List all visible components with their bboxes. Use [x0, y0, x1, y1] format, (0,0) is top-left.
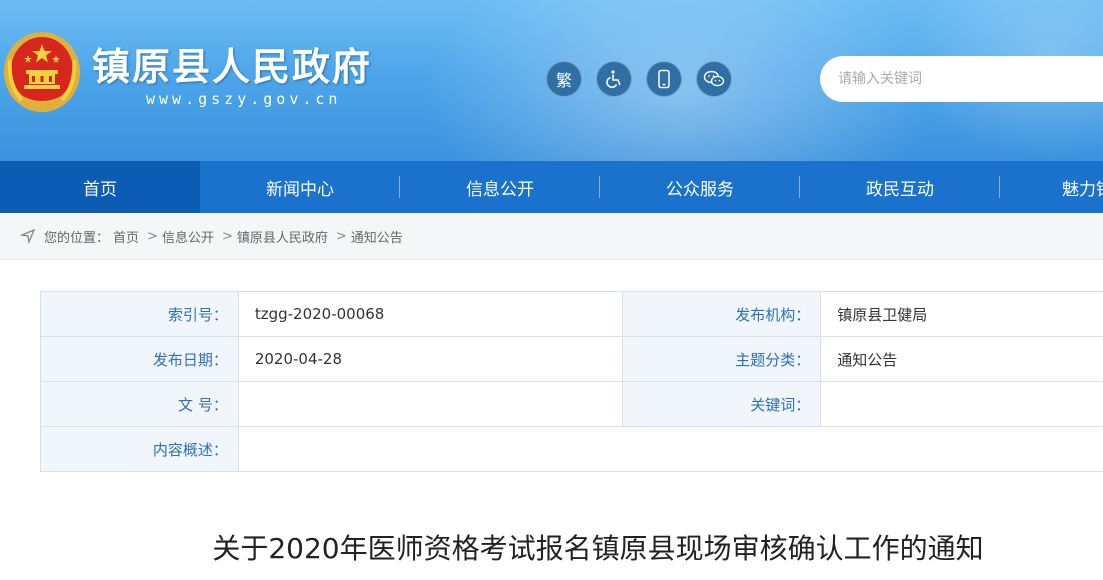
- breadcrumb-separator: >: [335, 228, 347, 244]
- breadcrumb-item-home[interactable]: 首页: [113, 227, 139, 246]
- index-label: 索引号：: [40, 291, 239, 337]
- table-row: 索引号： tzgg-2020-00068 发布机构： 镇原县卫健局: [40, 291, 1103, 337]
- nav-item-label: 政民互动: [866, 179, 934, 200]
- tool-icons: 繁: [546, 61, 732, 97]
- mobile-icon: [658, 69, 670, 89]
- mobile-button[interactable]: [646, 61, 682, 97]
- breadcrumb-item-info[interactable]: 信息公开: [162, 227, 214, 246]
- header-banner: 镇原县人民政府 www.gszy.gov.cn 繁: [0, 0, 1103, 161]
- nav-item-charm[interactable]: 魅力镇原: [1000, 161, 1103, 213]
- nav-item-label: 魅力镇原: [1062, 179, 1103, 200]
- breadcrumb-separator: >: [221, 228, 233, 244]
- national-emblem-icon: [4, 32, 80, 112]
- date-label: 发布日期：: [40, 336, 239, 382]
- keywords-value: [820, 381, 1103, 427]
- nav-item-public-service[interactable]: 公众服务: [600, 161, 800, 213]
- search-box: [820, 56, 1103, 102]
- summary-label: 内容概述：: [40, 426, 239, 472]
- site-url: www.gszy.gov.cn: [146, 90, 342, 108]
- keywords-label: 关键词：: [622, 381, 822, 427]
- nav-item-home[interactable]: 首页: [0, 161, 200, 213]
- nav-item-label: 公众服务: [666, 179, 734, 200]
- nav-item-label: 新闻中心: [266, 179, 334, 200]
- breadcrumb: 您的位置： 首页 > 信息公开 > 镇原县人民政府 > 通知公告: [0, 213, 1103, 260]
- search-input[interactable]: [838, 71, 1098, 87]
- wechat-button[interactable]: [696, 61, 732, 97]
- breadcrumb-separator: >: [147, 228, 158, 244]
- category-label: 主题分类：: [622, 336, 822, 382]
- index-value: tzgg-2020-00068: [237, 291, 624, 337]
- breadcrumb-prefix: 您的位置：: [44, 230, 110, 246]
- breadcrumb-item-government[interactable]: 镇原县人民政府: [237, 227, 328, 246]
- summary-value: [237, 426, 1103, 472]
- nav-item-news[interactable]: 新闻中心: [200, 161, 400, 213]
- doc-number-label: 文 号：: [40, 381, 239, 427]
- category-value: 通知公告: [820, 336, 1103, 382]
- publisher-value: 镇原县卫健局: [820, 291, 1103, 337]
- traditional-chinese-icon: 繁: [555, 71, 572, 90]
- nav-item-info-disclosure[interactable]: 信息公开: [400, 161, 600, 213]
- document-info-table: 索引号： tzgg-2020-00068 发布机构： 镇原县卫健局 发布日期： …: [40, 291, 1103, 472]
- table-row: 内容概述：: [40, 426, 1103, 472]
- traditional-chinese-button[interactable]: 繁: [546, 61, 582, 97]
- accessibility-icon: [606, 70, 621, 89]
- main-nav: 首页 新闻中心 信息公开 公众服务 政民互动 魅力镇原: [0, 161, 1103, 213]
- breadcrumb-item-notices[interactable]: 通知公告: [351, 227, 403, 246]
- table-row: 文 号： 关键词：: [40, 381, 1103, 427]
- article-title: 关于2020年医师资格考试报名镇原县现场审核确认工作的通知: [212, 532, 984, 565]
- nav-item-label: 首页: [83, 179, 117, 200]
- doc-number-value: [237, 381, 624, 427]
- accessibility-button[interactable]: [596, 61, 632, 97]
- table-row: 发布日期： 2020-04-28 主题分类： 通知公告: [40, 336, 1103, 382]
- nav-item-interaction[interactable]: 政民互动: [800, 161, 1000, 213]
- date-value: 2020-04-28: [237, 336, 624, 382]
- site-title: 镇原县人民政府: [92, 45, 373, 89]
- publisher-label: 发布机构：: [622, 291, 822, 337]
- location-icon: [20, 228, 36, 244]
- wechat-icon: [703, 70, 725, 87]
- nav-item-label: 信息公开: [466, 179, 534, 200]
